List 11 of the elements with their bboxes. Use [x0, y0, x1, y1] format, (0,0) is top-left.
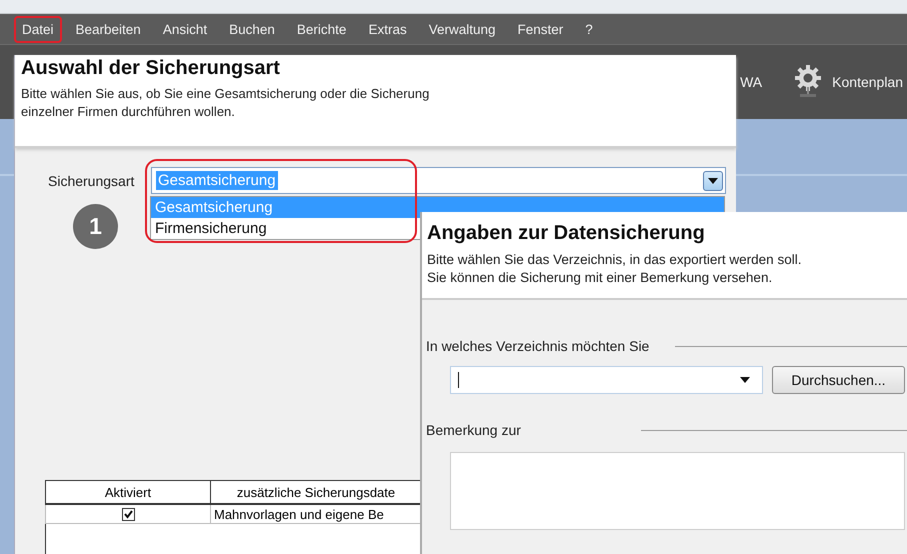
dialog-title: Auswahl der Sicherungsart [21, 57, 281, 80]
dialog-subtitle: Sie können die Sicherung mit einer Bemerkung versehen. [427, 269, 774, 287]
dialog-subtitle: Bitte wählen Sie das Verzeichnis, in das exportiert werden soll. [427, 251, 802, 269]
dialog-title: Angaben zur Datensicherung [427, 222, 706, 245]
dialog-subtitle: einzelner Firmen durchführen wollen. [21, 103, 236, 121]
section-label: In welches Verzeichnis möchten Sie [426, 338, 650, 354]
step-badge: 1 [73, 204, 118, 249]
field-label: Sicherungsart [48, 172, 136, 188]
column-header: Aktiviert [46, 480, 210, 504]
section-label: Bemerkung zur [426, 422, 521, 438]
dialog-subtitle: Bitte wählen Sie aus, ob Sie eine Gesamtsicherung oder die Sicherung [21, 85, 430, 103]
